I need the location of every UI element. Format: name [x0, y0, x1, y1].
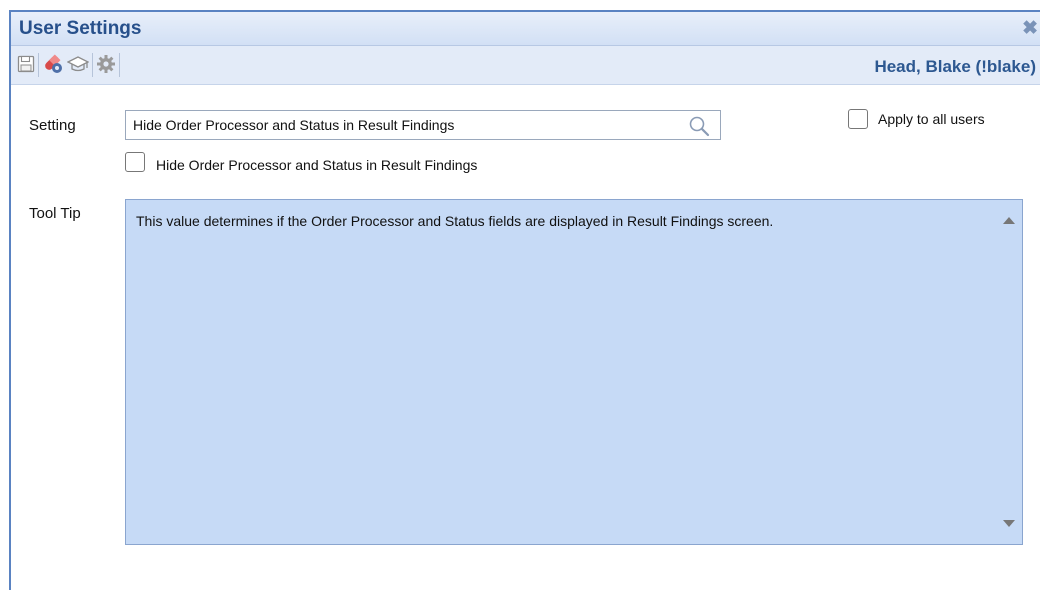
save-button[interactable] [15, 52, 37, 76]
pill-gear-icon [45, 54, 62, 73]
search-icon[interactable] [688, 115, 710, 137]
tooltip-text: This value determines if the Order Proce… [136, 213, 774, 229]
setting-search-input[interactable]: Hide Order Processor and Status in Resul… [125, 110, 721, 140]
graduation-cap-icon [67, 56, 89, 72]
gear-icon [97, 55, 115, 73]
apply-to-all-users-label: Apply to all users [878, 111, 985, 127]
setting-value-checkbox[interactable] [125, 152, 145, 172]
toolbar-separator [92, 53, 93, 77]
setting-input-value: Hide Order Processor and Status in Resul… [133, 117, 455, 133]
settings-button[interactable] [95, 52, 117, 76]
current-user-name: Head, Blake (!blake) [874, 57, 1036, 76]
setting-label: Setting [29, 117, 76, 134]
title-bar: User Settings ✖ [11, 12, 1040, 46]
toolbar-separator [38, 53, 39, 77]
user-settings-window: User Settings ✖ Head, Blake (!blake) Set… [9, 10, 1040, 590]
setting-value-label: Hide Order Processor and Status in Resul… [156, 157, 478, 173]
tooltip-textarea[interactable]: This value determines if the Order Proce… [125, 199, 1023, 545]
close-icon[interactable]: ✖ [1022, 17, 1038, 40]
medication-button[interactable] [42, 52, 64, 76]
window-title: User Settings [19, 18, 142, 39]
toolbar: Head, Blake (!blake) [11, 46, 1040, 85]
apply-to-all-users-checkbox[interactable] [848, 109, 868, 129]
tooltip-label: Tool Tip [29, 205, 81, 222]
scroll-down-arrow-icon[interactable] [1003, 520, 1015, 527]
toolbar-separator [119, 53, 120, 77]
education-button[interactable] [67, 52, 89, 76]
save-icon [17, 55, 35, 73]
scroll-up-arrow-icon[interactable] [1003, 217, 1015, 224]
